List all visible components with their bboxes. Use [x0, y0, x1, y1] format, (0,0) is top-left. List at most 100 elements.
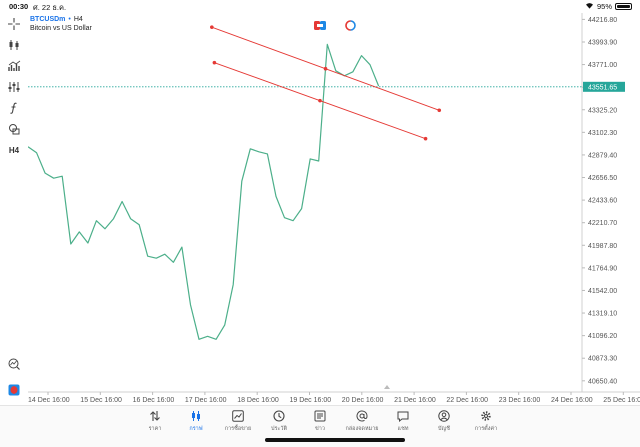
nav-mailbox[interactable]: กล่องจดหมาย [342, 410, 382, 433]
price-axis-label: 40873.30 [588, 356, 617, 363]
crosshair-icon [8, 18, 20, 30]
time-axis-label: 17 Dec 16:00 [185, 397, 227, 404]
trendline-2-end-handle[interactable] [423, 136, 428, 141]
timeframe-tool[interactable]: H4 [5, 142, 23, 158]
objects-tool[interactable] [5, 79, 23, 95]
nav-history[interactable]: ประวัติ [259, 410, 299, 433]
price-axis-label: 41096.20 [588, 333, 617, 340]
app-logo-icon [8, 384, 20, 396]
time-axis-label: 15 Dec 16:00 [80, 397, 122, 404]
price-axis-label: 41987.80 [588, 243, 617, 250]
chart-icon [192, 411, 200, 421]
price-axis-label: 43771.00 [588, 62, 617, 69]
news-icon [314, 410, 326, 422]
price-axis-label: 41542.00 [588, 288, 617, 295]
settings-icon [481, 411, 491, 421]
wifi-icon [585, 2, 594, 11]
nav-label: การซื้อขาย [224, 426, 252, 432]
price-axis-label: 41319.10 [588, 311, 617, 318]
price-axis-label: 43102.30 [588, 130, 617, 137]
chart-area[interactable]: 44216.8043993.9043771.0043548.1043325.20… [28, 13, 640, 405]
symbol-timeframe: H4 [73, 16, 83, 23]
quotes-icon [150, 411, 160, 421]
timeframe-label: H4 [8, 145, 20, 155]
nav-account[interactable]: บัญชี [424, 410, 464, 433]
time-axis-label: 21 Dec 16:00 [394, 397, 436, 404]
account-icon [438, 410, 450, 422]
status-bar: 00:30 ศ. 22 ธ.ค. 95% [0, 0, 640, 13]
app-logo-tool[interactable] [5, 382, 23, 398]
one-click-icon [314, 20, 326, 30]
nav-label: การตั้งค่า [474, 426, 498, 432]
price-axis-label: 42433.60 [588, 198, 617, 205]
price-series-line [28, 43, 380, 340]
time-axis-label: 16 Dec 16:00 [133, 397, 175, 404]
time-axis-label: 19 Dec 16:00 [290, 397, 332, 404]
left-toolbar: H4 [0, 13, 28, 405]
price-axis-label: 42656.50 [588, 175, 617, 182]
chart-type-tool[interactable] [5, 37, 23, 53]
chat-icon [397, 411, 409, 422]
price-axis-label: 40650.40 [588, 378, 617, 385]
nav-news[interactable]: ข่าว [300, 410, 340, 433]
symbol-description: Bitcoin vs US Dollar [30, 25, 92, 32]
home-indicator [265, 438, 405, 442]
shapes-icon [9, 124, 20, 135]
time-axis-label: 18 Dec 16:00 [237, 397, 279, 404]
nav-label: ประวัติ [270, 426, 288, 432]
nav-trade[interactable]: การซื้อขาย [218, 410, 258, 433]
symbol-name: BTCUSDm [30, 16, 66, 23]
price-axis-label: 43993.90 [588, 39, 617, 46]
status-right: 95% [585, 2, 632, 11]
symbol-separator: • [68, 16, 71, 23]
shapes-tool[interactable] [5, 121, 23, 137]
nav-chart[interactable]: กราฟ [176, 410, 216, 433]
nav-settings[interactable]: การตั้งค่า [466, 410, 506, 433]
trendline-1-end-handle[interactable] [437, 108, 442, 113]
status-time: 00:30 [9, 2, 29, 11]
nav-label: กล่องจดหมาย [345, 426, 379, 432]
trendline-1-mid-handle[interactable] [323, 66, 328, 71]
quick-order-button[interactable] [344, 19, 356, 31]
price-chart[interactable]: 44216.8043993.9043771.0043548.1043325.20… [28, 13, 640, 405]
trendline-2-mid-handle[interactable] [318, 98, 322, 103]
trendline-2-start-handle[interactable] [212, 60, 217, 65]
nav-label: ราคา [148, 426, 162, 432]
sliders-icon [8, 82, 20, 92]
price-axis-label: 44216.80 [588, 17, 617, 24]
one-click-trade-button[interactable] [314, 20, 326, 30]
time-axis-label: 23 Dec 16:00 [499, 397, 541, 404]
nav-quotes[interactable]: ราคา [135, 410, 175, 433]
symbol-info: BTCUSDm • H4 Bitcoin vs US Dollar [30, 15, 92, 33]
indicators-tool[interactable] [5, 58, 23, 74]
nav-label: แชท [397, 426, 409, 432]
current-price-label: 43551.65 [588, 84, 617, 91]
price-axis-label: 42210.70 [588, 220, 617, 227]
app-root: 00:30 ศ. 22 ธ.ค. 95% H4 44216.80 43993.9… [0, 0, 640, 447]
time-axis-label: 14 Dec 16:00 [28, 397, 70, 404]
time-axis-label: 25 Dec 16:00 [603, 397, 640, 404]
time-axis-label: 22 Dec 16:00 [446, 397, 488, 404]
price-axis-label: 43325.20 [588, 107, 617, 114]
quick-order-icon [344, 19, 356, 31]
nav-chat[interactable]: แชท [383, 410, 423, 433]
crosshair-tool[interactable] [5, 16, 23, 32]
one-click-trading [314, 19, 356, 31]
trendline-1-start-handle[interactable] [210, 25, 214, 29]
trade-icon [232, 410, 244, 422]
nav-label: กราฟ [189, 426, 203, 432]
time-axis-label: 20 Dec 16:00 [342, 397, 384, 404]
scroll-marker[interactable] [384, 385, 390, 389]
function-tool[interactable] [5, 100, 23, 116]
price-axis-label: 42879.40 [588, 152, 617, 159]
function-icon [10, 102, 17, 114]
magnifier-chart-icon [8, 358, 20, 370]
nav-label: ข่าว [315, 426, 325, 432]
history-icon [273, 410, 285, 422]
zoom-tool[interactable] [5, 356, 23, 372]
mailbox-icon [356, 410, 368, 422]
nav-label: บัญชี [438, 426, 450, 432]
battery-icon [615, 3, 632, 10]
indicators-icon [7, 60, 20, 71]
time-axis-label: 24 Dec 16:00 [551, 397, 593, 404]
